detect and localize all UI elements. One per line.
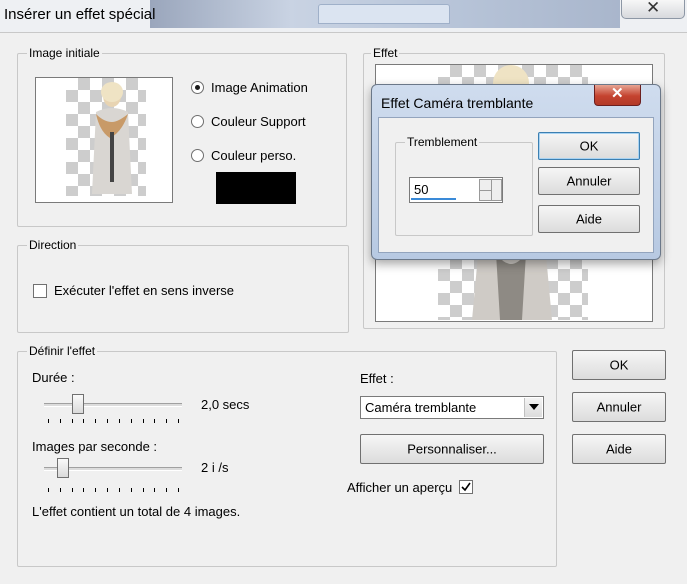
popup-body: Tremblement 50 OK Annuler Aide — [378, 117, 654, 253]
shake-effect-dialog: Effet Caméra tremblante ✕ Tremblement 50… — [371, 84, 661, 260]
tick-mark — [107, 488, 109, 492]
window-close-button[interactable]: ✕ — [621, 0, 685, 19]
option-couleur-perso[interactable]: Couleur perso. — [211, 148, 296, 163]
tick-mark — [118, 419, 120, 423]
tick-mark — [83, 419, 85, 423]
tick-mark — [107, 419, 109, 423]
tick-mark — [166, 419, 168, 423]
effect-preview-legend: Effet — [371, 46, 400, 60]
tick-mark — [130, 419, 132, 423]
option-image-animation[interactable]: Image Animation — [211, 80, 308, 95]
tick-mark — [178, 488, 179, 492]
radio-icon[interactable] — [191, 115, 204, 128]
duration-ticks — [48, 419, 179, 423]
effect-select-value: Caméra tremblante — [365, 400, 477, 415]
tick-mark — [154, 419, 156, 423]
popup-close-button[interactable]: ✕ — [594, 85, 641, 106]
checkmark-icon — [461, 482, 471, 492]
ok-button[interactable]: OK — [572, 350, 666, 380]
fps-ticks — [48, 488, 179, 492]
tick-mark — [154, 488, 156, 492]
tick-mark — [178, 419, 179, 423]
reverse-checkbox[interactable] — [33, 284, 47, 298]
custom-color-swatch[interactable] — [216, 172, 296, 204]
tick-mark — [83, 488, 85, 492]
window-title: Insérer un effet spécial — [4, 6, 156, 23]
total-images-text: L'effet contient un total de 4 images. — [32, 504, 241, 519]
person-silhouette — [92, 82, 132, 194]
radio-icon[interactable] — [191, 149, 204, 162]
chevron-down-icon[interactable] — [491, 179, 502, 201]
direction-legend: Direction — [27, 238, 79, 252]
shake-value-input[interactable]: 50 — [409, 177, 503, 203]
chevron-down-icon[interactable] — [524, 398, 542, 417]
tick-mark — [59, 488, 61, 492]
tick-mark — [71, 488, 73, 492]
tick-mark — [118, 488, 120, 492]
popup-ok-button[interactable]: OK — [538, 132, 640, 160]
popup-title: Effet Caméra tremblante — [381, 95, 534, 111]
shake-legend: Tremblement — [405, 135, 480, 149]
duration-label: Durée : — [32, 370, 75, 385]
fps-label: Images par seconde : — [32, 439, 158, 454]
popup-help-button[interactable]: Aide — [538, 205, 640, 233]
close-icon: ✕ — [646, 0, 661, 17]
preview-checkbox[interactable] — [459, 480, 473, 494]
fps-value: 2 i /s — [201, 460, 229, 475]
background-window-tab — [318, 4, 450, 24]
popup-cancel-button[interactable]: Annuler — [538, 167, 640, 195]
radio-icon[interactable] — [191, 81, 204, 94]
tick-mark — [48, 488, 49, 492]
tick-mark — [48, 419, 49, 423]
effect-label: Effet : — [360, 371, 394, 386]
shake-value: 50 — [414, 182, 429, 197]
reverse-label: Exécuter l'effet en sens inverse — [54, 283, 235, 298]
tick-mark — [130, 488, 132, 492]
cancel-button[interactable]: Annuler — [572, 392, 666, 422]
fps-slider-thumb[interactable] — [56, 458, 69, 478]
duration-value: 2,0 secs — [201, 397, 250, 412]
option-couleur-support[interactable]: Couleur Support — [211, 114, 306, 129]
duration-slider-track[interactable] — [44, 403, 182, 407]
effect-select[interactable]: Caméra tremblante — [360, 396, 544, 419]
duration-slider-thumb[interactable] — [72, 394, 85, 414]
shake-value-bar — [411, 198, 456, 200]
tick-mark — [71, 419, 73, 423]
initial-image-legend: Image initiale — [27, 46, 102, 60]
close-icon: ✕ — [611, 85, 624, 102]
tick-mark — [166, 488, 168, 492]
define-effect-legend: Définir l'effet — [27, 344, 98, 358]
tick-mark — [142, 488, 144, 492]
preview-label: Afficher un aperçu — [347, 480, 453, 495]
tick-mark — [142, 419, 144, 423]
tick-mark — [95, 419, 97, 423]
tick-mark — [59, 419, 61, 423]
tick-mark — [95, 488, 97, 492]
initial-image-thumbnail — [35, 77, 173, 203]
help-button[interactable]: Aide — [572, 434, 666, 464]
customize-button[interactable]: Personnaliser... — [360, 434, 544, 464]
